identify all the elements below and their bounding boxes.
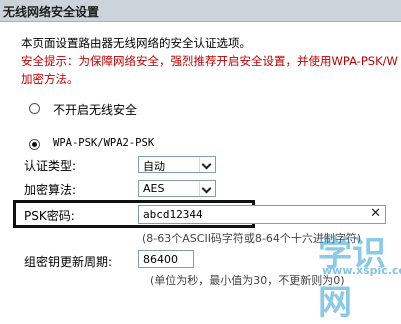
auth-type-select[interactable]: 自动 <box>138 156 216 173</box>
security-warning-line2: 加密方法。 <box>21 72 79 86</box>
radio-disable-security-label: 不开启无线安全 <box>53 103 138 117</box>
auth-type-label: 认证类型: <box>24 159 77 173</box>
title-bar: 无线网络安全设置 <box>0 0 401 22</box>
security-warning-line1: 安全提示：为保障网络安全，强烈推荐开启安全设置，并使用WPA-PSK/W <box>21 54 398 68</box>
psk-password-input[interactable]: abcd12344 ✕ <box>138 205 386 224</box>
radio-wpa-psk[interactable] <box>29 139 40 150</box>
group-key-hint: (单位为秒，最小值为30，不更新则为0) <box>150 274 345 287</box>
chevron-down-icon[interactable] <box>199 181 215 196</box>
group-key-value: 86400 <box>143 253 178 266</box>
clear-icon[interactable]: ✕ <box>370 206 381 221</box>
encryption-select[interactable]: AES <box>138 180 216 197</box>
radio-disable-security[interactable] <box>29 103 40 114</box>
encryption-label: 加密算法: <box>24 183 77 197</box>
group-key-label: 组密钥更新周期: <box>24 255 113 269</box>
group-key-input[interactable]: 86400 <box>138 250 194 268</box>
encryption-value: AES <box>143 182 165 195</box>
auth-type-value: 自动 <box>143 160 165 173</box>
psk-label: PSK密码: <box>24 209 75 223</box>
chevron-down-icon[interactable] <box>199 157 215 172</box>
psk-password-value: abcd12344 <box>143 208 203 221</box>
radio-wpa-psk-label: WPA-PSK/WPA2-PSK <box>53 137 155 149</box>
window-title: 无线网络安全设置 <box>3 5 100 19</box>
watermark-url: www.xspic.com <box>322 264 401 277</box>
intro-text: 本页面设置路由器无线网络的安全认证选项。 <box>21 36 251 50</box>
